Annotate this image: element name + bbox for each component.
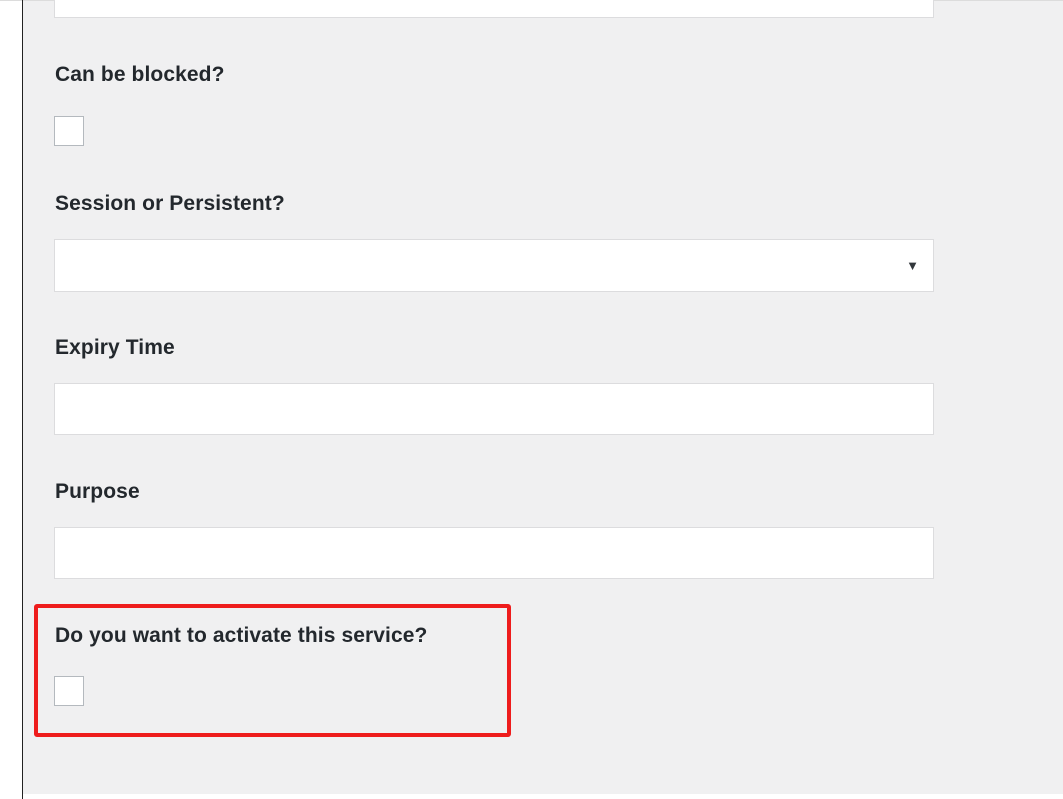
can-be-blocked-checkbox[interactable] <box>54 116 84 146</box>
can-be-blocked-label: Can be blocked? <box>55 63 225 86</box>
expiry-time-label: Expiry Time <box>55 336 175 359</box>
purpose-label: Purpose <box>55 480 140 503</box>
activate-service-label: Do you want to activate this service? <box>55 624 428 647</box>
session-or-persistent-label: Session or Persistent? <box>55 192 285 215</box>
expiry-time-input[interactable] <box>54 383 934 435</box>
previous-text-field[interactable] <box>54 0 934 18</box>
dropdown-arrow-icon: ▼ <box>906 258 919 273</box>
page: Can be blocked? Session or Persistent? ▼… <box>0 0 1063 799</box>
session-or-persistent-select[interactable]: ▼ <box>54 239 934 292</box>
purpose-input[interactable] <box>54 527 934 579</box>
activate-service-checkbox[interactable] <box>54 676 84 706</box>
